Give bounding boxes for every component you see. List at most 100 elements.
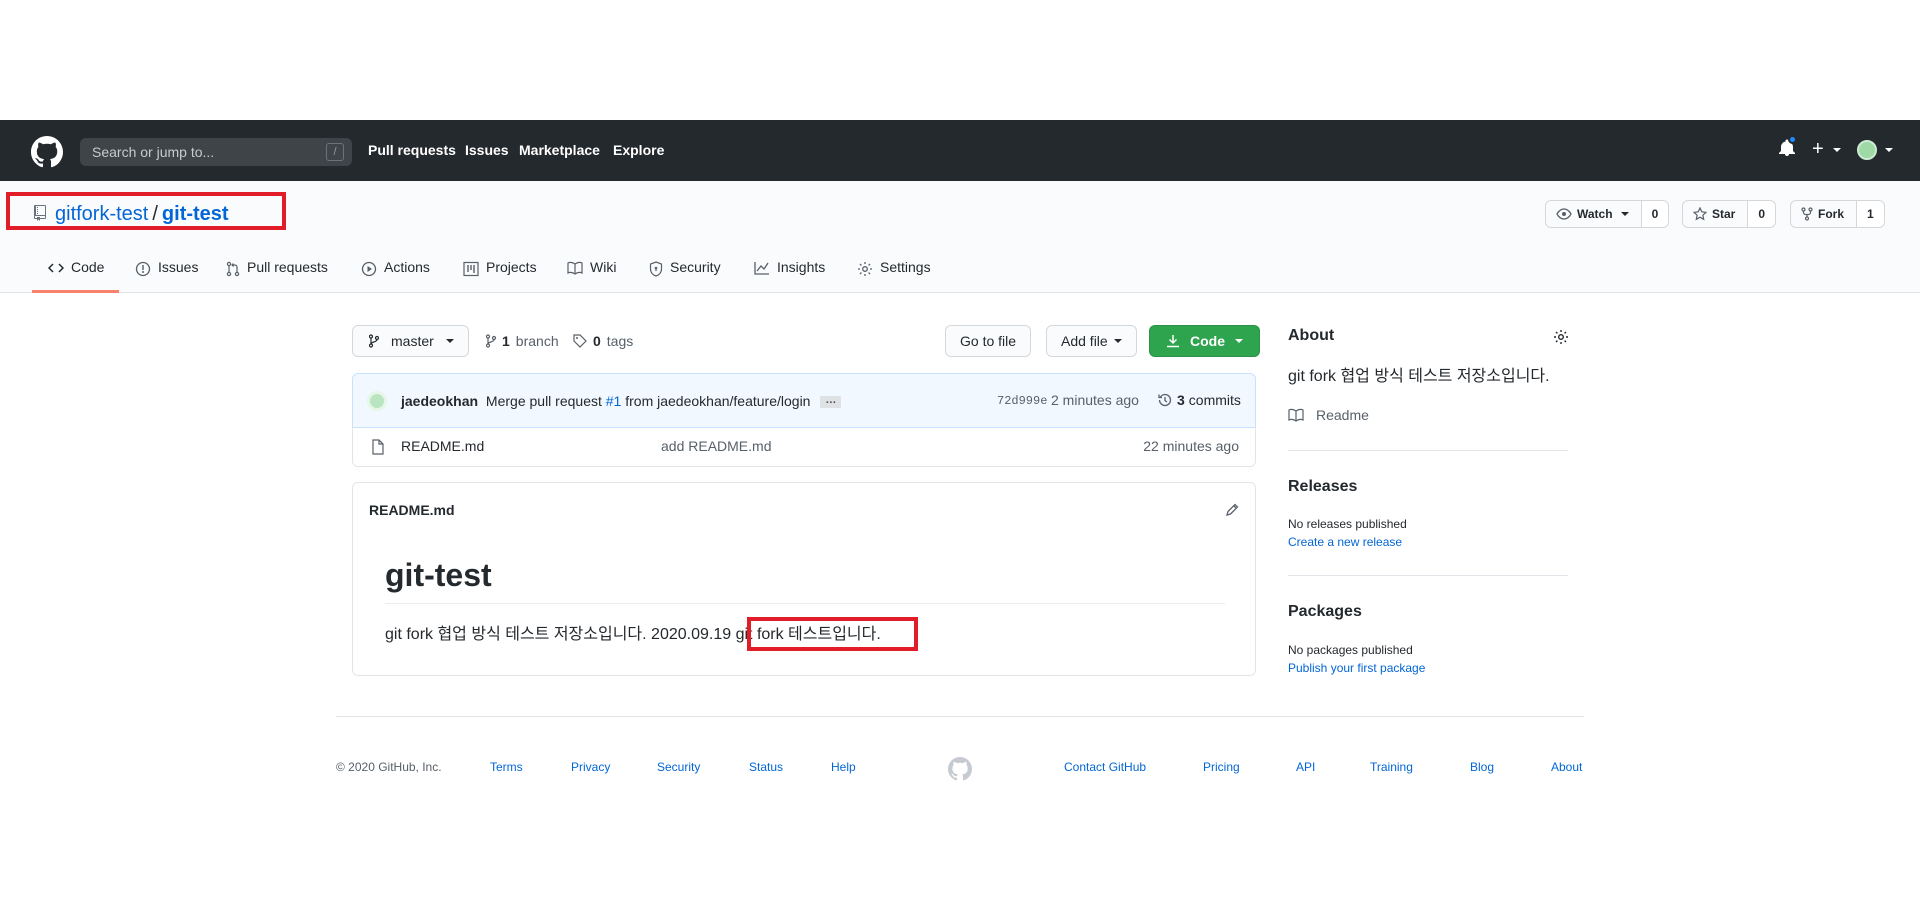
tab-label: Insights	[777, 259, 826, 275]
commit-time: 2 minutes ago	[1051, 392, 1139, 408]
github-logo-icon[interactable]	[948, 757, 972, 781]
issue-icon	[135, 261, 151, 277]
footer-link-security[interactable]: Security	[657, 759, 700, 775]
search-input[interactable]: Search or jump to... /	[80, 138, 352, 166]
fork-button-group: Fork 1	[1790, 200, 1885, 228]
chevron-down-icon	[445, 339, 454, 343]
go-to-file-label: Go to file	[960, 333, 1017, 349]
file-time: 22 minutes ago	[1143, 438, 1239, 454]
commits-count: 3	[1177, 392, 1185, 408]
tab-wiki[interactable]: Wiki	[567, 259, 616, 293]
footer-link-about[interactable]: About	[1551, 759, 1582, 775]
add-file-button[interactable]: Add file	[1046, 325, 1137, 357]
code-button-label: Code	[1190, 333, 1225, 349]
sidebar-divider	[1288, 450, 1568, 451]
tab-security[interactable]: Security	[649, 259, 721, 293]
tab-insights[interactable]: Insights	[754, 259, 825, 293]
about-heading: About	[1288, 327, 1335, 344]
star-label: Star	[1712, 207, 1736, 221]
releases-heading[interactable]: Releases	[1288, 478, 1357, 496]
gear-icon[interactable]	[1553, 329, 1569, 345]
file-commit-message-link[interactable]: add README.md	[661, 438, 771, 454]
footer-link-training[interactable]: Training	[1370, 759, 1413, 775]
branch-select-button[interactable]: master	[352, 325, 469, 357]
branch-word: branch	[515, 333, 559, 349]
code-download-button[interactable]: Code	[1149, 325, 1260, 357]
tab-label: Pull requests	[247, 259, 328, 275]
fork-count[interactable]: 1	[1857, 200, 1885, 228]
annotation-highlight-box	[6, 192, 286, 230]
go-to-file-button[interactable]: Go to file	[945, 325, 1032, 357]
footer-link-pricing[interactable]: Pricing	[1203, 759, 1240, 775]
commit-msg-after: from jaedeokhan/feature/login	[625, 393, 811, 409]
search-shortcut-key: /	[326, 143, 344, 161]
star-count[interactable]: 0	[1748, 200, 1777, 228]
notifications-button[interactable]	[1779, 135, 1797, 160]
publish-package-link[interactable]: Publish your first package	[1288, 661, 1425, 675]
tab-projects[interactable]: Projects	[463, 259, 537, 293]
fork-icon	[1801, 207, 1813, 221]
tab-label: Code	[71, 259, 105, 275]
tags-link[interactable]: 0 tags	[573, 332, 633, 350]
footer-link-contact[interactable]: Contact GitHub	[1064, 759, 1146, 775]
nav-marketplace[interactable]: Marketplace	[519, 140, 600, 160]
tab-actions[interactable]: Actions	[361, 259, 430, 293]
user-menu-button[interactable]	[1857, 140, 1893, 160]
footer-link-terms[interactable]: Terms	[490, 759, 523, 775]
nav-explore[interactable]: Explore	[613, 140, 664, 160]
readme-divider	[385, 603, 1225, 604]
avatar	[1857, 140, 1877, 160]
no-packages-text: No packages published	[1288, 643, 1413, 657]
shield-icon	[649, 261, 663, 277]
watch-count[interactable]: 0	[1641, 200, 1670, 228]
commit-expand-button[interactable]: …	[820, 395, 842, 409]
code-icon	[48, 263, 64, 273]
readme-link[interactable]: Readme	[1288, 407, 1369, 423]
pencil-icon[interactable]	[1225, 503, 1239, 517]
packages-heading[interactable]: Packages	[1288, 603, 1362, 621]
commit-sha[interactable]: 72d999e	[997, 394, 1047, 408]
nav-pull-requests[interactable]: Pull requests	[368, 140, 456, 160]
about-description: git fork 협업 방식 테스트 저장소입니다.	[1288, 368, 1550, 385]
watch-button[interactable]: Watch	[1545, 200, 1642, 228]
github-logo-icon[interactable]	[31, 136, 63, 168]
branch-count: 1	[502, 333, 510, 349]
nav-issues[interactable]: Issues	[465, 140, 509, 160]
tag-count: 0	[593, 333, 601, 349]
play-icon	[361, 261, 377, 277]
pull-request-icon	[226, 261, 240, 277]
tab-settings[interactable]: Settings	[857, 259, 931, 293]
add-file-label: Add file	[1061, 333, 1108, 349]
commits-history-link[interactable]: 3 commits	[1157, 392, 1241, 408]
tab-pull-requests[interactable]: Pull requests	[226, 259, 328, 293]
branch-icon	[369, 334, 379, 348]
file-name-link[interactable]: README.md	[401, 438, 484, 454]
chevron-down-icon	[1833, 147, 1842, 152]
star-button[interactable]: Star	[1682, 200, 1749, 228]
footer-link-blog[interactable]: Blog	[1470, 759, 1494, 775]
footer-link-api[interactable]: API	[1296, 759, 1315, 775]
create-release-link[interactable]: Create a new release	[1288, 535, 1402, 549]
fork-button[interactable]: Fork	[1790, 200, 1858, 228]
tab-code[interactable]: Code	[48, 259, 104, 293]
avatar[interactable]	[367, 391, 387, 411]
footer-link-help[interactable]: Help	[831, 759, 856, 775]
gear-icon	[858, 262, 872, 276]
create-new-button[interactable]: +	[1812, 138, 1842, 160]
tab-label: Issues	[158, 259, 199, 275]
file-icon	[372, 439, 384, 455]
search-placeholder: Search or jump to...	[92, 144, 215, 160]
tab-issues[interactable]: Issues	[135, 259, 198, 293]
tag-icon	[573, 334, 587, 348]
footer-link-status[interactable]: Status	[749, 759, 783, 775]
commit-author[interactable]: jaedeokhan	[401, 393, 478, 409]
table-row: README.md add README.md 22 minutes ago	[352, 427, 1256, 467]
history-icon	[1158, 393, 1172, 407]
notification-dot	[1788, 135, 1797, 144]
branches-link[interactable]: 1 branch	[486, 332, 559, 350]
commit-msg-before: Merge pull request	[485, 393, 602, 409]
footer-link-privacy[interactable]: Privacy	[571, 759, 610, 775]
watch-label: Watch	[1577, 207, 1613, 221]
commit-pr-link[interactable]: #1	[606, 393, 622, 409]
plus-icon: +	[1812, 138, 1824, 160]
